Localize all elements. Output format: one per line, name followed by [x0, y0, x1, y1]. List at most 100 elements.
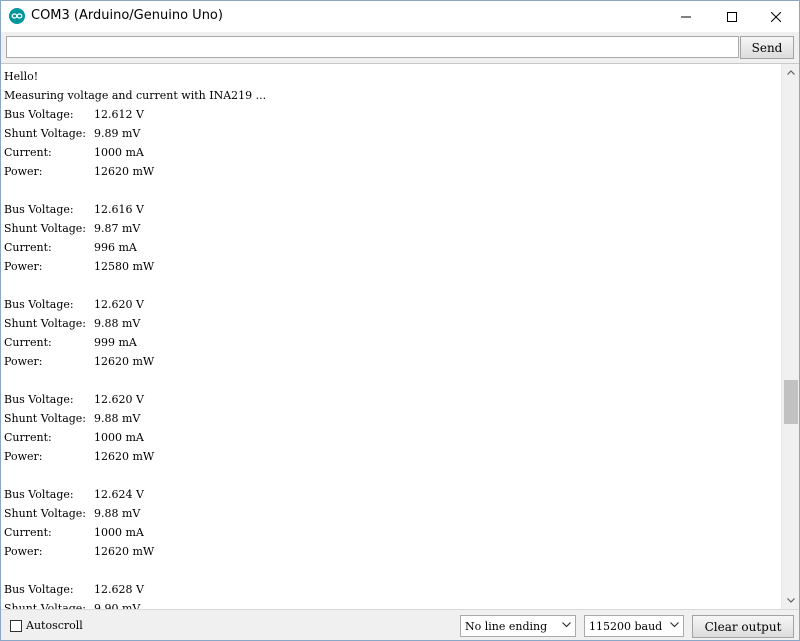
output-line-label: Power: — [4, 260, 43, 273]
output-line: Shunt Voltage: 9.89 mV — [4, 124, 779, 143]
output-line-value: 9.90 mV — [94, 602, 141, 609]
minimize-icon — [681, 16, 691, 17]
output-line-value: 12.616 V — [94, 203, 144, 216]
output-line-value: 9.88 mV — [94, 507, 141, 520]
chevron-down-icon — [787, 598, 795, 603]
output-line-label: Shunt Voltage: — [4, 412, 87, 425]
output-line-label: Bus Voltage: — [4, 203, 74, 216]
output-line: Measuring voltage and current with INA21… — [4, 89, 267, 102]
output-line: Bus Voltage: 12.624 V — [4, 485, 779, 504]
output-line-label: Bus Voltage: — [4, 298, 74, 311]
close-button[interactable] — [753, 1, 799, 32]
output-line: Power: 12620 mW — [4, 447, 779, 466]
scroll-down-button[interactable] — [782, 592, 799, 609]
output-line: Bus Voltage: 12.628 V — [4, 580, 779, 599]
output-line-label: Power: — [4, 450, 43, 463]
output-line-value: 9.88 mV — [94, 317, 141, 330]
output-line: Power: 12620 mW — [4, 162, 779, 181]
output-line-label: Current: — [4, 336, 52, 349]
output-line-label: Shunt Voltage: — [4, 317, 87, 330]
output-line: Bus Voltage: 12.616 V — [4, 200, 779, 219]
output-line-label: Current: — [4, 431, 52, 444]
baud-rate-select[interactable]: 115200 baud — [584, 615, 684, 637]
output-line-label: Shunt Voltage: — [4, 222, 87, 235]
output-line-label: Bus Voltage: — [4, 108, 74, 121]
output-line-value: 1000 mA — [94, 146, 144, 159]
autoscroll-checkbox[interactable] — [10, 620, 22, 632]
output-line-value: 1000 mA — [94, 431, 144, 444]
line-ending-value: No line ending — [465, 619, 548, 633]
output-line-value: 12.628 V — [94, 583, 144, 596]
output-line-value: 12.620 V — [94, 393, 144, 406]
output-line-value: 12620 mW — [94, 355, 155, 368]
output-line-label: Shunt Voltage: — [4, 602, 87, 609]
serial-input[interactable] — [6, 36, 739, 58]
output-line-value: 1000 mA — [94, 526, 144, 539]
output-line: Shunt Voltage: 9.90 mV — [4, 599, 779, 609]
output-line-label: Power: — [4, 165, 43, 178]
send-bar: Send — [1, 32, 799, 63]
output-line: Power: 12620 mW — [4, 542, 779, 561]
output-panel: Hello! Measuring voltage and current with… — [1, 63, 799, 609]
scroll-up-button[interactable] — [782, 64, 799, 81]
output-line: Power: 12620 mW — [4, 352, 779, 371]
output-line-label: Current: — [4, 146, 52, 159]
output-line: Bus Voltage: 12.620 V — [4, 390, 779, 409]
serial-output: Hello! Measuring voltage and current with… — [4, 67, 779, 609]
arduino-logo-icon — [9, 8, 25, 24]
output-line-value: 996 mA — [94, 241, 137, 254]
output-line: Shunt Voltage: 9.88 mV — [4, 409, 779, 428]
output-line: Hello! — [4, 70, 39, 83]
autoscroll-label: Autoscroll — [26, 619, 83, 632]
maximize-icon — [727, 11, 737, 22]
vertical-scrollbar[interactable] — [781, 64, 799, 609]
output-line: Bus Voltage: 12.620 V — [4, 295, 779, 314]
output-line: Current: 1000 mA — [4, 523, 779, 542]
output-line: Current: 999 mA — [4, 333, 779, 352]
output-line-label: Bus Voltage: — [4, 488, 74, 501]
close-icon — [771, 11, 781, 22]
chevron-up-icon — [787, 70, 795, 75]
output-line-label: Power: — [4, 545, 43, 558]
output-line: Shunt Voltage: 9.88 mV — [4, 314, 779, 333]
minimize-button[interactable] — [663, 1, 709, 32]
title-bar[interactable]: COM3 (Arduino/Genuino Uno) — [1, 1, 799, 32]
output-line-value: 9.87 mV — [94, 222, 141, 235]
output-line: Current: 996 mA — [4, 238, 779, 257]
output-line-value: 999 mA — [94, 336, 137, 349]
output-line-value: 12.624 V — [94, 488, 144, 501]
output-line-label: Bus Voltage: — [4, 393, 74, 406]
status-bar: Autoscroll No line ending 115200 baud Cl… — [1, 609, 799, 640]
output-line-label: Shunt Voltage: — [4, 127, 87, 140]
output-line-value: 12620 mW — [94, 545, 155, 558]
output-line-label: Bus Voltage: — [4, 583, 74, 596]
chevron-down-icon — [670, 622, 679, 628]
chevron-down-icon — [562, 622, 571, 628]
output-line-label: Current: — [4, 241, 52, 254]
output-line-label: Power: — [4, 355, 43, 368]
output-line-value: 12.612 V — [94, 108, 144, 121]
baud-rate-value: 115200 baud — [589, 619, 663, 633]
output-line: Current: 1000 mA — [4, 428, 779, 447]
output-line: Bus Voltage: 12.612 V — [4, 105, 779, 124]
output-line: Shunt Voltage: 9.87 mV — [4, 219, 779, 238]
output-line-label: Current: — [4, 526, 52, 539]
serial-monitor-window: COM3 (Arduino/Genuino Uno) Send Hello! Me… — [0, 0, 800, 641]
output-line-label: Shunt Voltage: — [4, 507, 87, 520]
line-ending-select[interactable]: No line ending — [460, 615, 576, 637]
clear-output-button[interactable]: Clear output — [692, 615, 794, 638]
output-line-value: 12620 mW — [94, 165, 155, 178]
output-line: Current: 1000 mA — [4, 143, 779, 162]
output-line-value: 12580 mW — [94, 260, 155, 273]
scroll-thumb[interactable] — [784, 380, 798, 424]
send-button[interactable]: Send — [740, 36, 794, 59]
output-line-value: 9.88 mV — [94, 412, 141, 425]
output-line-value: 12.620 V — [94, 298, 144, 311]
output-line-value: 12620 mW — [94, 450, 155, 463]
maximize-button[interactable] — [709, 1, 755, 32]
output-line: Power: 12580 mW — [4, 257, 779, 276]
